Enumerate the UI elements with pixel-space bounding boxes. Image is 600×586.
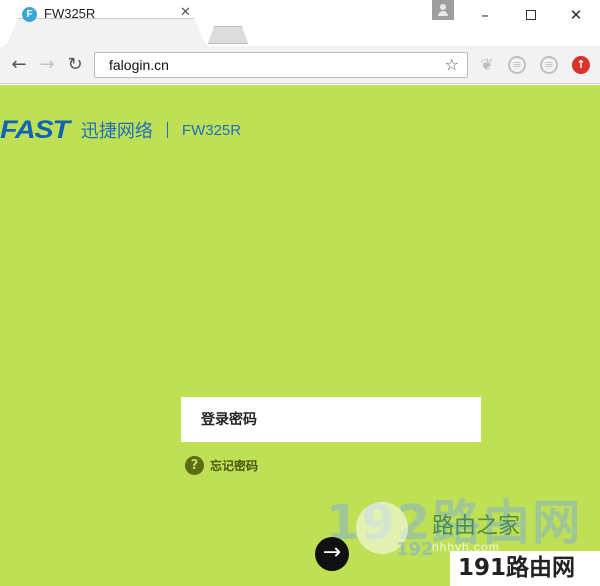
window-maximize-button[interactable] — [508, 2, 554, 28]
tab-favicon-icon: F — [22, 7, 37, 22]
address-bar[interactable]: falogin.cn ☆ — [94, 52, 468, 78]
window-minimize-button[interactable]: – — [462, 2, 508, 28]
address-bar-url[interactable]: falogin.cn — [109, 57, 169, 73]
maximize-icon — [526, 10, 536, 20]
reload-button[interactable]: ↻ — [64, 54, 86, 75]
router-model: FW325R — [181, 121, 242, 139]
bookmark-star-icon[interactable]: ☆ — [445, 55, 459, 74]
watermark-bottom-banner: 191路由网 — [450, 551, 600, 586]
login-submit-button[interactable]: → — [315, 537, 349, 571]
tab-close-icon[interactable]: ✕ — [180, 5, 191, 20]
browser-titlebar: F FW325R ✕ – ✕ — [0, 0, 600, 46]
brand-name: 迅捷网络 — [80, 121, 153, 142]
fast-logo: FAST — [0, 115, 70, 144]
tab-title[interactable]: FW325R — [44, 6, 95, 21]
new-tab-button[interactable] — [208, 26, 248, 44]
watermark-logo — [356, 502, 408, 554]
watermark-number: 192 — [396, 539, 434, 560]
router-login-page: FAST 迅捷网络 FW325R ? 忘记密码 192路由网 路由之家 192 … — [0, 85, 600, 586]
forgot-password-link[interactable]: ? 忘记密码 — [185, 456, 258, 475]
profile-icon[interactable] — [432, 0, 454, 20]
extension-leaf-icon[interactable]: ❦ — [478, 56, 496, 74]
watermark-subtitle: 路由之家 — [432, 514, 521, 539]
extension-upload-icon[interactable]: ↑ — [572, 56, 590, 74]
forgot-password-label: 忘记密码 — [210, 459, 259, 473]
window-close-button[interactable]: ✕ — [553, 2, 599, 28]
back-button[interactable]: ← — [8, 54, 30, 75]
password-input[interactable] — [181, 397, 481, 442]
question-icon: ? — [185, 456, 204, 475]
brand-divider — [166, 122, 168, 138]
extension-list-icon[interactable]: ≡ — [540, 56, 558, 74]
browser-toolbar: ← → ↻ falogin.cn ☆ ❦ ≡ ≡ ↑ — [0, 46, 600, 84]
watermark-text: 192路由网 — [326, 495, 583, 551]
extension-menu-icon[interactable]: ≡ — [508, 56, 526, 74]
brand-header: FAST 迅捷网络 FW325R — [0, 115, 242, 144]
browser-tab[interactable] — [6, 18, 206, 46]
forward-button[interactable]: → — [36, 54, 58, 75]
